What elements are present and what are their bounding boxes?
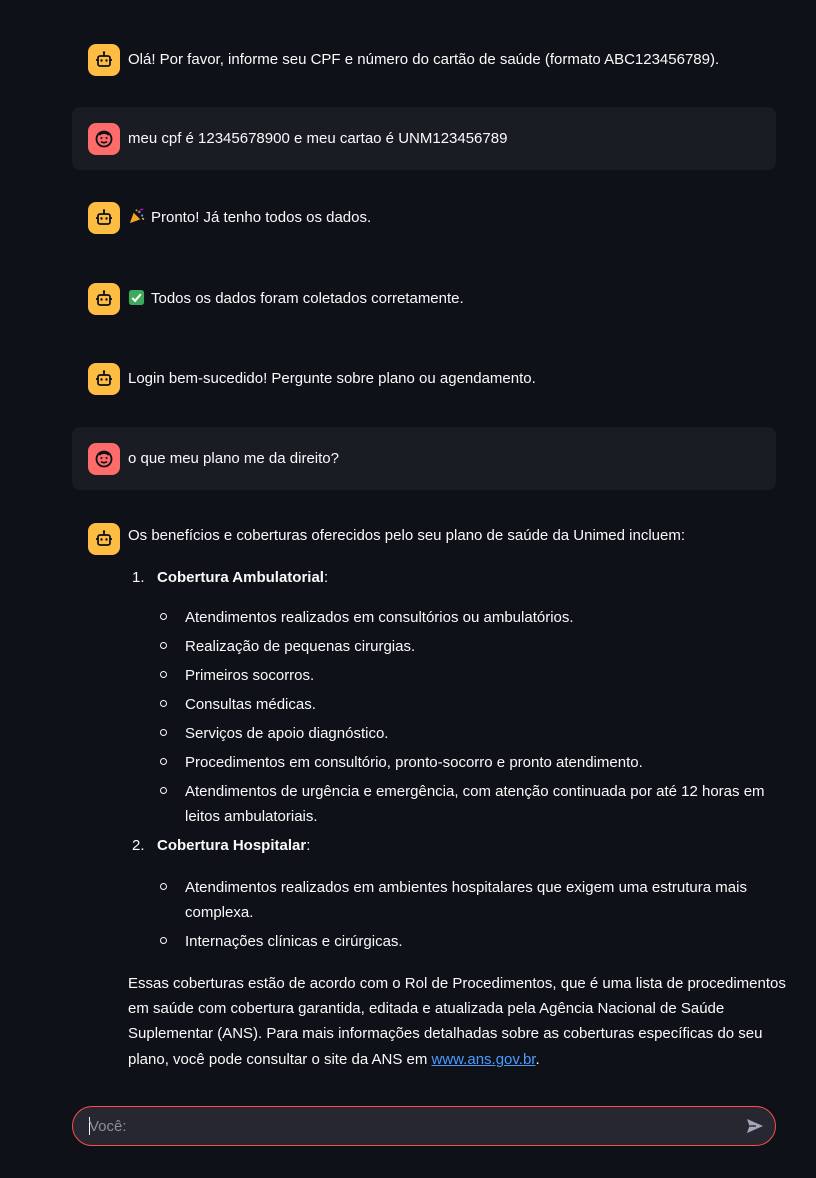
message-text: Pronto! Já tenho todos os dados. <box>151 209 372 226</box>
chat-message-assistant: Login bem-sucedido! Pergunte sobre plano… <box>72 348 776 410</box>
party-popper-icon <box>129 208 145 224</box>
robot-icon <box>88 283 120 315</box>
chat-message-assistant: Pronto! Já tenho todos os dados. <box>72 188 776 250</box>
robot-icon <box>88 44 120 76</box>
message-text: o que meu plano me da direito? <box>128 450 339 467</box>
bullet-marker <box>160 642 167 649</box>
chat-message-assistant: Os benefícios e coberturas oferecidos pe… <box>72 507 786 1087</box>
list-item-continuation: leitos ambulatoriais. <box>185 808 318 825</box>
closing-paragraph-line: plano, você pode consultar o site da ANS… <box>128 1047 540 1072</box>
send-icon[interactable] <box>745 1116 765 1136</box>
message-line: Pronto! Já tenho todos os dados. <box>128 205 371 230</box>
section-colon: : <box>306 837 311 854</box>
message-text: meu cpf é 12345678900 e meu cartao é UNM… <box>128 130 508 147</box>
chat-message-assistant: Olá! Por favor, informe seu CPF e número… <box>72 28 776 90</box>
chat-input-container <box>72 1106 776 1146</box>
section-title: Cobertura Ambulatorial <box>157 569 324 586</box>
robot-icon <box>88 363 120 395</box>
closing-paragraph-line: em saúde com cobertura garantida, editad… <box>128 1000 725 1017</box>
chat-input[interactable] <box>89 1107 729 1145</box>
bullet-marker <box>160 787 167 794</box>
list-item: Primeiros socorros. <box>185 667 315 684</box>
bullet-marker <box>160 613 167 620</box>
list-item: Atendimentos realizados em ambientes hos… <box>185 879 747 896</box>
answer-intro: Os benefícios e coberturas oferecidos pe… <box>128 527 685 544</box>
smiley-icon <box>88 443 120 475</box>
bullet-marker <box>160 937 167 944</box>
section-heading: Cobertura Hospitalar: <box>157 833 310 858</box>
list-item: Internações clínicas e cirúrgicas. <box>185 933 403 950</box>
ans-website-link[interactable]: www.ans.gov.br <box>432 1051 536 1068</box>
message-line: Todos os dados foram coletados corretame… <box>128 286 464 311</box>
list-item: Procedimentos em consultório, pronto-soc… <box>185 754 643 771</box>
closing-paragraph-line: Suplementar (ANS). Para mais informações… <box>128 1025 763 1042</box>
message-text: Todos os dados foram coletados corretame… <box>151 290 464 307</box>
section-colon: : <box>323 569 329 586</box>
list-number: 2. <box>132 837 145 854</box>
chat-message-assistant: Todos os dados foram coletados corretame… <box>72 268 776 330</box>
smiley-icon <box>88 123 120 155</box>
closing-period: . <box>535 1051 540 1068</box>
bullet-marker <box>160 700 167 707</box>
message-text: Olá! Por favor, informe seu CPF e número… <box>128 51 720 68</box>
list-item: Realização de pequenas cirurgias. <box>185 638 416 655</box>
list-item-continuation: complexa. <box>185 904 254 921</box>
section-heading: Cobertura Ambulatorial: <box>157 565 328 590</box>
section-title: Cobertura Hospitalar <box>157 837 307 854</box>
chat-message-user: meu cpf é 12345678900 e meu cartao é UNM… <box>72 107 776 170</box>
list-number: 1. <box>132 569 145 586</box>
answer-content: Os benefícios e coberturas oferecidos pe… <box>128 507 786 1087</box>
list-item: Serviços de apoio diagnóstico. <box>185 725 389 742</box>
list-item: Atendimentos de urgência e emergência, c… <box>185 783 765 800</box>
closing-text: plano, você pode consultar o site da ANS… <box>128 1051 432 1068</box>
list-item: Consultas médicas. <box>185 696 316 713</box>
chat-message-user: o que meu plano me da direito? <box>72 427 776 490</box>
robot-icon <box>88 523 120 555</box>
bullet-marker <box>160 883 167 890</box>
bullet-marker <box>160 729 167 736</box>
message-text: Login bem-sucedido! Pergunte sobre plano… <box>128 370 536 387</box>
bullet-marker <box>160 671 167 678</box>
closing-paragraph-line: Essas coberturas estão de acordo com o R… <box>128 975 786 992</box>
robot-icon <box>88 202 120 234</box>
bullet-marker <box>160 758 167 765</box>
list-item: Atendimentos realizados em consultórios … <box>185 609 574 626</box>
check-mark-icon <box>128 289 145 306</box>
